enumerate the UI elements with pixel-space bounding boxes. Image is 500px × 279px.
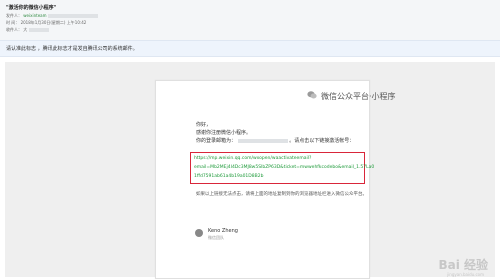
signature-name: Keno Zheng	[208, 228, 238, 234]
login-email-suffix: 。请点击以下链接激活帐号：	[289, 138, 355, 144]
security-notice-text: 请认准此标志 ，腾讯此标志才是发自腾讯公司的系统邮件。	[6, 46, 138, 52]
watermark-url: jingyan.baidu.com	[447, 272, 484, 277]
activation-link-line-2[interactable]: email=Mb2MEj4I4Dc3MJ8w5SlbZP63D&ticket=m…	[194, 165, 374, 170]
fallback-instruction: 如果以上链接无法点击，请将上面的地址复制到你的浏览器地址栏进入微信公众平台。	[196, 192, 367, 197]
security-notice-bar: 请认准此标志 ，腾讯此标志才是发自腾讯公司的系统邮件。	[0, 40, 500, 57]
from-label: 发件人：	[6, 13, 22, 18]
time-value: 2018年1月30日(星期二) 上午10:42	[20, 20, 87, 25]
time-label: 时 间：	[6, 20, 20, 25]
time-row: 时 间： 2018年1月30日(星期二) 上午10:42	[6, 20, 86, 26]
activation-link-line-3[interactable]: 1ffd7591ab61a4b19a01D8B2b	[194, 174, 263, 179]
email-header: "激活你的微信小程序" 发件人： weixinteam 时 间： 2018年1月…	[0, 0, 500, 40]
activation-link-line-1[interactable]: https://mp.weixin.qq.com/wxopen/waactiva…	[194, 156, 311, 161]
greeting: 你好，	[196, 122, 212, 128]
login-email-prefix: 你的登录邮箱为：	[196, 138, 237, 144]
email-subject: "激活你的微信小程序"	[6, 5, 57, 11]
wechat-logo-icon	[307, 91, 317, 99]
redacted-recipient	[28, 28, 49, 32]
sender-name[interactable]: weixinteam	[23, 13, 46, 18]
brand-title: 微信公众平台·小程序	[321, 92, 396, 101]
activation-link-highlight: https://mp.weixin.qq.com/wxopen/waactiva…	[190, 152, 374, 184]
to-row: 收件人： 大	[6, 27, 49, 33]
from-row: 发件人： weixinteam	[6, 13, 98, 19]
signature-role: 微信团队	[208, 235, 224, 240]
watermark: Bai 经验	[438, 258, 488, 272]
thanks-line: 感谢你注册微信小程序。	[196, 130, 252, 136]
email-card: 微信公众平台·小程序 你好， 感谢你注册微信小程序。 你的登录邮箱为： 。请点击…	[155, 80, 396, 279]
redacted-email	[237, 138, 288, 143]
recipient-name[interactable]: 大	[23, 27, 27, 32]
avatar	[195, 229, 203, 237]
to-label: 收件人：	[6, 27, 22, 32]
login-email-line: 你的登录邮箱为： 。请点击以下链接激活帐号：	[196, 137, 354, 144]
redacted-sender-address	[47, 14, 98, 18]
